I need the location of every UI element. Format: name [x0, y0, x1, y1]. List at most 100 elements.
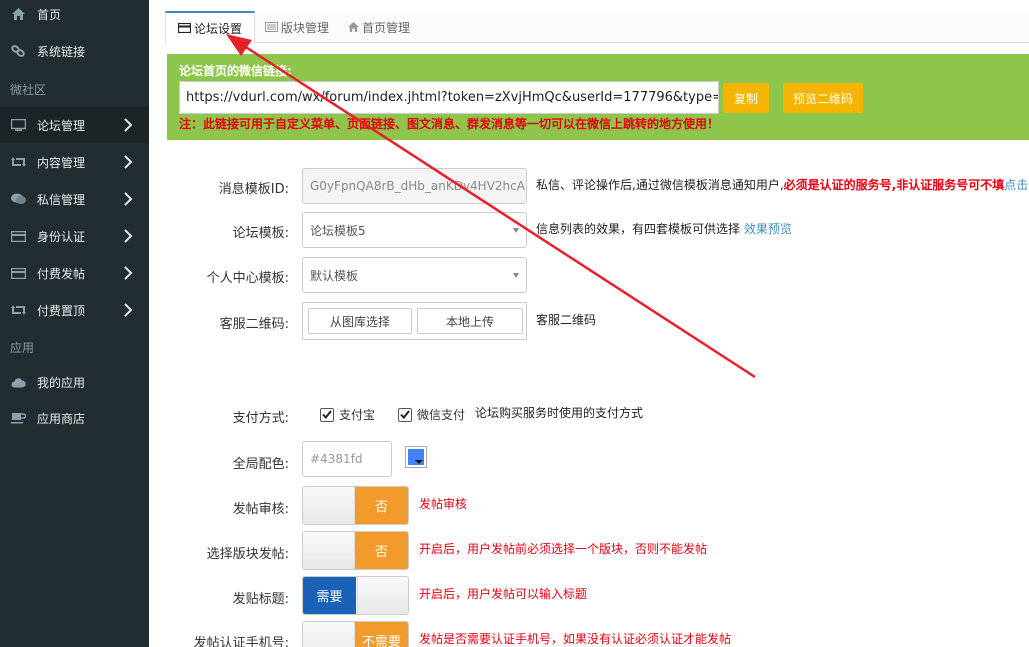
caret-down-icon: [415, 460, 423, 464]
home-icon: [348, 22, 359, 32]
color-picker[interactable]: [405, 446, 427, 468]
template-id-hint-warning: 必须是认证的服务号,非认证服务号可不填: [783, 178, 1005, 192]
post-review-toggle[interactable]: 否: [302, 486, 409, 525]
toggle-knob: [303, 532, 355, 569]
personal-template-select[interactable]: 默认模板: [302, 257, 527, 293]
local-upload-button[interactable]: 本地上传: [417, 308, 523, 334]
forum-template-hint-text: 信息列表的效果，有四套模板可供选择: [536, 222, 741, 236]
post-review-label: 发帖审核:: [232, 502, 289, 517]
sidebar-item-home[interactable]: 首页: [0, 0, 149, 32]
service-qr-hint: 客服二维码: [536, 313, 597, 327]
phone-verify-hint: 发帖是否需要认证手机号，如果没有认证必须认证才能发帖: [419, 632, 732, 646]
sidebar-item-label: 内容管理: [37, 155, 86, 170]
list-icon: [265, 22, 278, 32]
preview-qr-button[interactable]: 预览二维码: [783, 83, 863, 113]
sidebar-item-paid-post[interactable]: 付费发帖: [0, 255, 149, 291]
wechat-link-input[interactable]: https://vdurl.com/wx/forum/index.jhtml?t…: [179, 81, 719, 114]
tab-label: 论坛设置: [194, 21, 243, 36]
chevron-right-icon: [124, 192, 133, 206]
tab-forum-settings[interactable]: 论坛设置: [165, 11, 256, 44]
template-id-hint-text: 私信、评论操作后,通过微信模板消息通知用户,: [536, 178, 784, 192]
toggle-knob: [303, 487, 355, 524]
template-id-help-link[interactable]: 点击自: [1004, 178, 1029, 192]
home-icon: [10, 6, 26, 22]
global-color-input[interactable]: #4381fd: [302, 441, 392, 477]
select-board-label: 选择版块发帖:: [206, 547, 289, 562]
sidebar-item-label: 论坛管理: [37, 118, 86, 133]
personal-template-value: 默认模板: [310, 268, 359, 283]
forum-template-value: 论坛模板5: [310, 223, 366, 238]
comments-icon: [10, 191, 26, 207]
tab-board-manage[interactable]: 版块管理: [265, 11, 329, 43]
forum-template-label: 论坛模板:: [232, 226, 289, 241]
tab-label: 版块管理: [281, 20, 330, 35]
main-content: 论坛设置 版块管理 首页管理 论坛首页的微信链接: https://vdurl.…: [149, 0, 1029, 647]
coffee-icon: [10, 410, 26, 426]
wechat-link-panel: 论坛首页的微信链接: https://vdurl.com/wx/forum/in…: [167, 54, 1029, 140]
link-title: 论坛首页的微信链接:: [179, 64, 292, 78]
template-id-hint: 私信、评论操作后,通过微信模板消息通知用户,必须是认证的服务号,非认证服务号可不…: [536, 176, 1029, 193]
card-icon: [10, 228, 26, 244]
tab-home-manage[interactable]: 首页管理: [348, 11, 410, 43]
effect-preview-link[interactable]: 效果预览: [744, 222, 792, 236]
payment-hint: 论坛购买服务时使用的支付方式: [475, 406, 644, 420]
personal-template-label: 个人中心模板:: [206, 271, 289, 286]
sidebar-item-message-manage[interactable]: 私信管理: [0, 181, 149, 217]
card-icon: [10, 265, 26, 281]
sidebar-item-label: 身份认证: [37, 229, 86, 244]
chevron-right-icon: [124, 266, 133, 280]
alipay-checkbox[interactable]: 支付宝: [320, 406, 375, 423]
retweet-icon: [10, 302, 26, 318]
sidebar-item-app-store[interactable]: 应用商店: [0, 400, 149, 436]
phone-verify-label: 发帖认证手机号:: [193, 636, 289, 647]
chevron-right-icon: [124, 155, 133, 169]
sidebar-item-identity-verify[interactable]: 身份认证: [0, 218, 149, 254]
alipay-label: 支付宝: [339, 408, 376, 422]
forum-template-select[interactable]: 论坛模板5: [302, 212, 527, 248]
monitor-icon: [10, 117, 26, 133]
toggle-knob: [357, 577, 408, 614]
toggle-state: 需要: [303, 577, 356, 614]
phone-verify-toggle[interactable]: 不需要: [302, 621, 409, 647]
copy-button[interactable]: 复制: [723, 83, 769, 113]
service-qr-label: 客服二维码:: [219, 317, 289, 332]
wechat-pay-label: 微信支付: [417, 408, 466, 422]
cloud-icon: [10, 374, 26, 390]
sidebar-item-label: 私信管理: [37, 192, 86, 207]
sidebar-section-community: 微社区: [10, 83, 47, 97]
link-icon: [10, 43, 26, 59]
sidebar-item-label: 应用商店: [37, 411, 86, 426]
post-review-hint: 发帖审核: [419, 497, 468, 511]
select-board-hint: 开启后，用户发帖前必须选择一个版块，否则不能发帖: [419, 542, 708, 556]
sidebar-item-label: 首页: [37, 7, 62, 22]
global-color-label: 全局配色:: [232, 457, 289, 472]
template-id-input[interactable]: G0yFpnQA8rB_dHb_anKDv4HV2hcA: [302, 168, 527, 204]
color-preview: [408, 449, 424, 465]
chevron-right-icon: [124, 118, 133, 132]
sidebar-item-forum-manage[interactable]: 论坛管理: [0, 107, 149, 143]
toggle-knob: [303, 622, 355, 647]
checkmark-icon: [320, 407, 334, 422]
caret-down-icon: [513, 228, 519, 233]
select-board-toggle[interactable]: 否: [302, 531, 409, 570]
post-title-toggle[interactable]: 需要: [302, 576, 409, 615]
choose-from-library-button[interactable]: 从图库选择: [308, 308, 412, 334]
sidebar-item-label: 付费发帖: [37, 266, 86, 281]
post-title-hint: 开启后，用户发帖可以输入标题: [419, 587, 588, 601]
sidebar-item-system-links[interactable]: 系统链接: [0, 33, 149, 69]
wechat-pay-checkbox[interactable]: 微信支付: [398, 406, 465, 423]
sidebar-item-label: 付费置顶: [37, 303, 86, 318]
card-icon: [178, 23, 191, 33]
forum-template-hint: 信息列表的效果，有四套模板可供选择 效果预览: [536, 220, 792, 237]
sidebar-item-my-apps[interactable]: 我的应用: [0, 364, 149, 400]
toggle-state: 否: [355, 532, 408, 569]
sidebar-item-paid-top[interactable]: 付费置顶: [0, 292, 149, 328]
link-usage-note: 注：此链接可用于自定义菜单、页面链接、图文消息、群发消息等一切可以在微信上跳转的…: [179, 117, 720, 131]
sidebar-item-content-manage[interactable]: 内容管理: [0, 144, 149, 180]
sidebar-item-label: 我的应用: [37, 375, 86, 390]
chevron-right-icon: [124, 303, 133, 317]
sidebar-item-label: 系统链接: [37, 44, 86, 59]
sidebar: 首页 系统链接 微社区 论坛管理 内容管理 私信管理 身份认证 付费发帖 付费置…: [0, 0, 149, 647]
caret-down-icon: [513, 273, 519, 278]
post-title-label: 发贴标题:: [232, 592, 289, 607]
